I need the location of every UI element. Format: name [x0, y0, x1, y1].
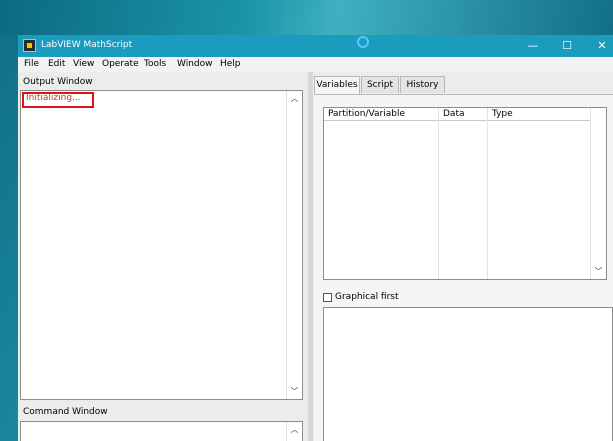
variables-panel: Partition/Variable Data Type ﹀ Graphical… [314, 94, 613, 441]
column-divider [438, 108, 439, 279]
tab-script[interactable]: Script [361, 76, 399, 93]
tab-variables[interactable]: Variables [314, 76, 360, 94]
maximize-button[interactable]: ☐ [558, 38, 576, 54]
menu-tools[interactable]: Tools [144, 59, 166, 69]
column-divider [487, 108, 488, 279]
menu-operate[interactable]: Operate [102, 59, 139, 69]
scroll-up-icon[interactable]: ︿ [287, 424, 302, 435]
menu-help[interactable]: Help [220, 59, 241, 69]
scroll-down-icon[interactable]: ﹀ [287, 386, 302, 397]
graphical-first-label: Graphical first [335, 292, 399, 302]
variables-table-header: Partition/Variable Data Type [324, 108, 592, 121]
menu-bar: File Edit View Operate Tools Window Help [18, 57, 613, 72]
command-window-label: Command Window [23, 407, 108, 417]
variables-table[interactable]: Partition/Variable Data Type ﹀ [323, 107, 607, 280]
output-status-text: Initializing... [26, 93, 81, 103]
close-button[interactable]: ✕ [593, 38, 611, 54]
column-type[interactable]: Type [492, 109, 513, 119]
menu-file[interactable]: File [24, 59, 39, 69]
graphical-first-checkbox[interactable] [323, 293, 332, 302]
main-content: Output Window Initializing... ︿ ﹀ Comman… [18, 72, 613, 441]
output-window[interactable]: Initializing... ︿ ﹀ [20, 90, 303, 400]
output-window-label: Output Window [23, 77, 93, 87]
pane-splitter[interactable] [308, 72, 313, 441]
menu-edit[interactable]: Edit [48, 59, 65, 69]
desktop-background [0, 0, 613, 35]
command-window-input[interactable]: ︿ [20, 421, 303, 441]
menu-view[interactable]: View [73, 59, 94, 69]
minimize-button[interactable]: — [524, 38, 542, 54]
column-data[interactable]: Data [443, 109, 465, 119]
scroll-up-icon[interactable]: ︿ [287, 93, 302, 104]
column-partition-variable[interactable]: Partition/Variable [328, 109, 405, 119]
command-scrollbar[interactable]: ︿ [286, 422, 302, 441]
loading-spinner-icon [357, 36, 369, 48]
output-scrollbar[interactable]: ︿ ﹀ [286, 91, 302, 399]
menu-window[interactable]: Window [177, 59, 213, 69]
title-bar[interactable]: LabVIEW MathScript — ☐ ✕ [18, 35, 613, 57]
tab-history[interactable]: History [400, 76, 445, 93]
scroll-down-icon[interactable]: ﹀ [591, 266, 606, 277]
mathscript-window: LabVIEW MathScript — ☐ ✕ File Edit View … [18, 35, 613, 441]
window-title: LabVIEW MathScript [41, 40, 133, 50]
variables-scrollbar[interactable]: ﹀ [590, 108, 606, 279]
labview-app-icon [23, 39, 36, 52]
graph-display-area[interactable] [323, 307, 613, 441]
